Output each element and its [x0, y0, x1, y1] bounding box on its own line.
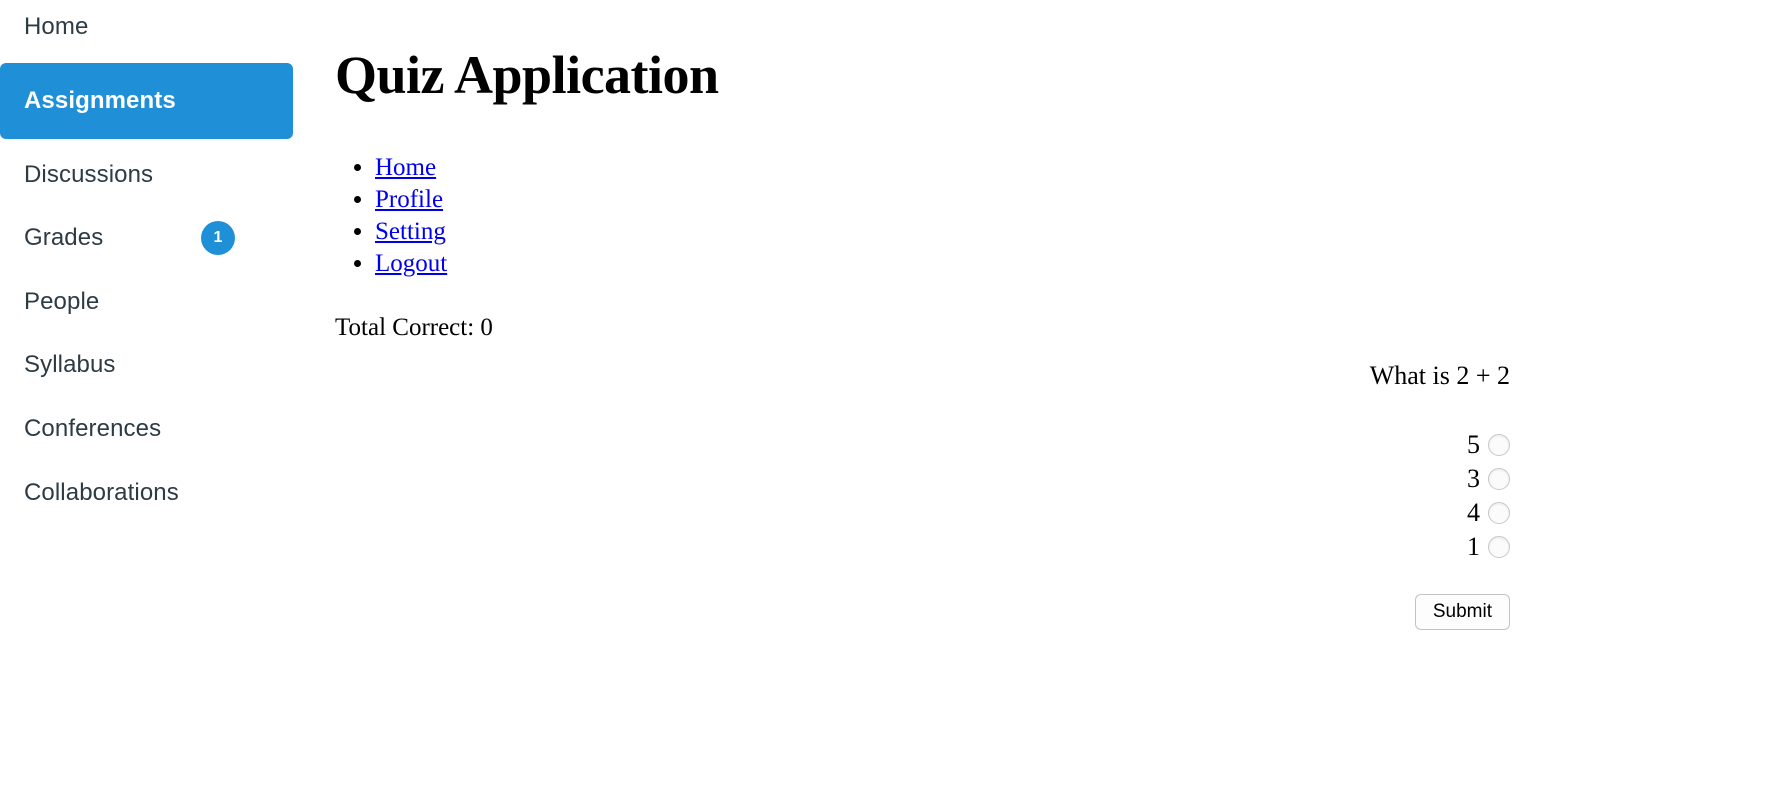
sidebar-item-label: Collaborations — [24, 479, 179, 506]
sidebar-item-label: Grades — [24, 224, 104, 251]
page-title: Quiz Application — [335, 45, 719, 105]
link-logout[interactable]: Logout — [375, 250, 447, 277]
quiz-option-row[interactable]: 3 — [335, 462, 1510, 496]
sidebar-item-discussions[interactable]: Discussions — [0, 155, 293, 195]
quiz-panel: What is 2 + 2 5 3 4 1 Submit — [335, 360, 1576, 630]
quiz-radio-option-1[interactable] — [1488, 434, 1510, 456]
quiz-radio-option-4[interactable] — [1488, 536, 1510, 558]
list-item: Profile — [375, 184, 447, 216]
quiz-option-row[interactable]: 1 — [335, 530, 1510, 564]
sidebar-item-people[interactable]: People — [0, 282, 293, 322]
list-item: Setting — [375, 216, 447, 248]
quiz-option-label: 1 — [1467, 532, 1480, 561]
link-home[interactable]: Home — [375, 154, 436, 181]
grades-unread-badge: 1 — [201, 221, 235, 255]
sidebar-item-label: Discussions — [24, 161, 154, 188]
sidebar-item-label: Syllabus — [24, 351, 116, 378]
main-content-area: Quiz Application Home Profile Setting Lo… — [335, 0, 1772, 790]
sidebar-item-grades[interactable]: Grades 1 — [0, 218, 293, 258]
quiz-option-label: 5 — [1467, 430, 1480, 459]
quiz-option-label: 3 — [1467, 464, 1480, 493]
submit-row: Submit — [335, 564, 1576, 630]
quiz-radio-option-2[interactable] — [1488, 468, 1510, 490]
sidebar-item-assignments[interactable]: Assignments — [0, 63, 293, 139]
quiz-option-row[interactable]: 4 — [335, 496, 1510, 530]
list-item: Home — [375, 152, 447, 184]
sidebar-item-label: Conferences — [24, 415, 162, 442]
quiz-radio-option-3[interactable] — [1488, 502, 1510, 524]
sidebar-item-conferences[interactable]: Conferences — [0, 409, 293, 449]
sidebar-item-collaborations[interactable]: Collaborations — [0, 473, 293, 513]
list-item: Logout — [375, 248, 447, 280]
sidebar-item-home[interactable]: Home — [0, 7, 293, 47]
sidebar-item-label: Assignments — [24, 87, 176, 114]
course-navigation-sidebar: Home Assignments Discussions Grades 1 Pe… — [0, 0, 300, 790]
link-setting[interactable]: Setting — [375, 218, 446, 245]
quiz-option-row[interactable]: 5 — [335, 428, 1510, 462]
quiz-question-text: What is 2 + 2 — [1369, 361, 1510, 390]
sidebar-item-label: Home — [24, 13, 89, 40]
sidebar-item-syllabus[interactable]: Syllabus — [0, 345, 293, 385]
sidebar-item-label: People — [24, 288, 100, 315]
app-links-list: Home Profile Setting Logout — [335, 152, 447, 280]
link-profile[interactable]: Profile — [375, 186, 443, 213]
quiz-options-group: 5 3 4 1 — [335, 392, 1576, 564]
quiz-option-label: 4 — [1467, 498, 1480, 527]
submit-button[interactable]: Submit — [1414, 594, 1510, 630]
total-correct-counter: Total Correct: 0 — [335, 314, 493, 341]
